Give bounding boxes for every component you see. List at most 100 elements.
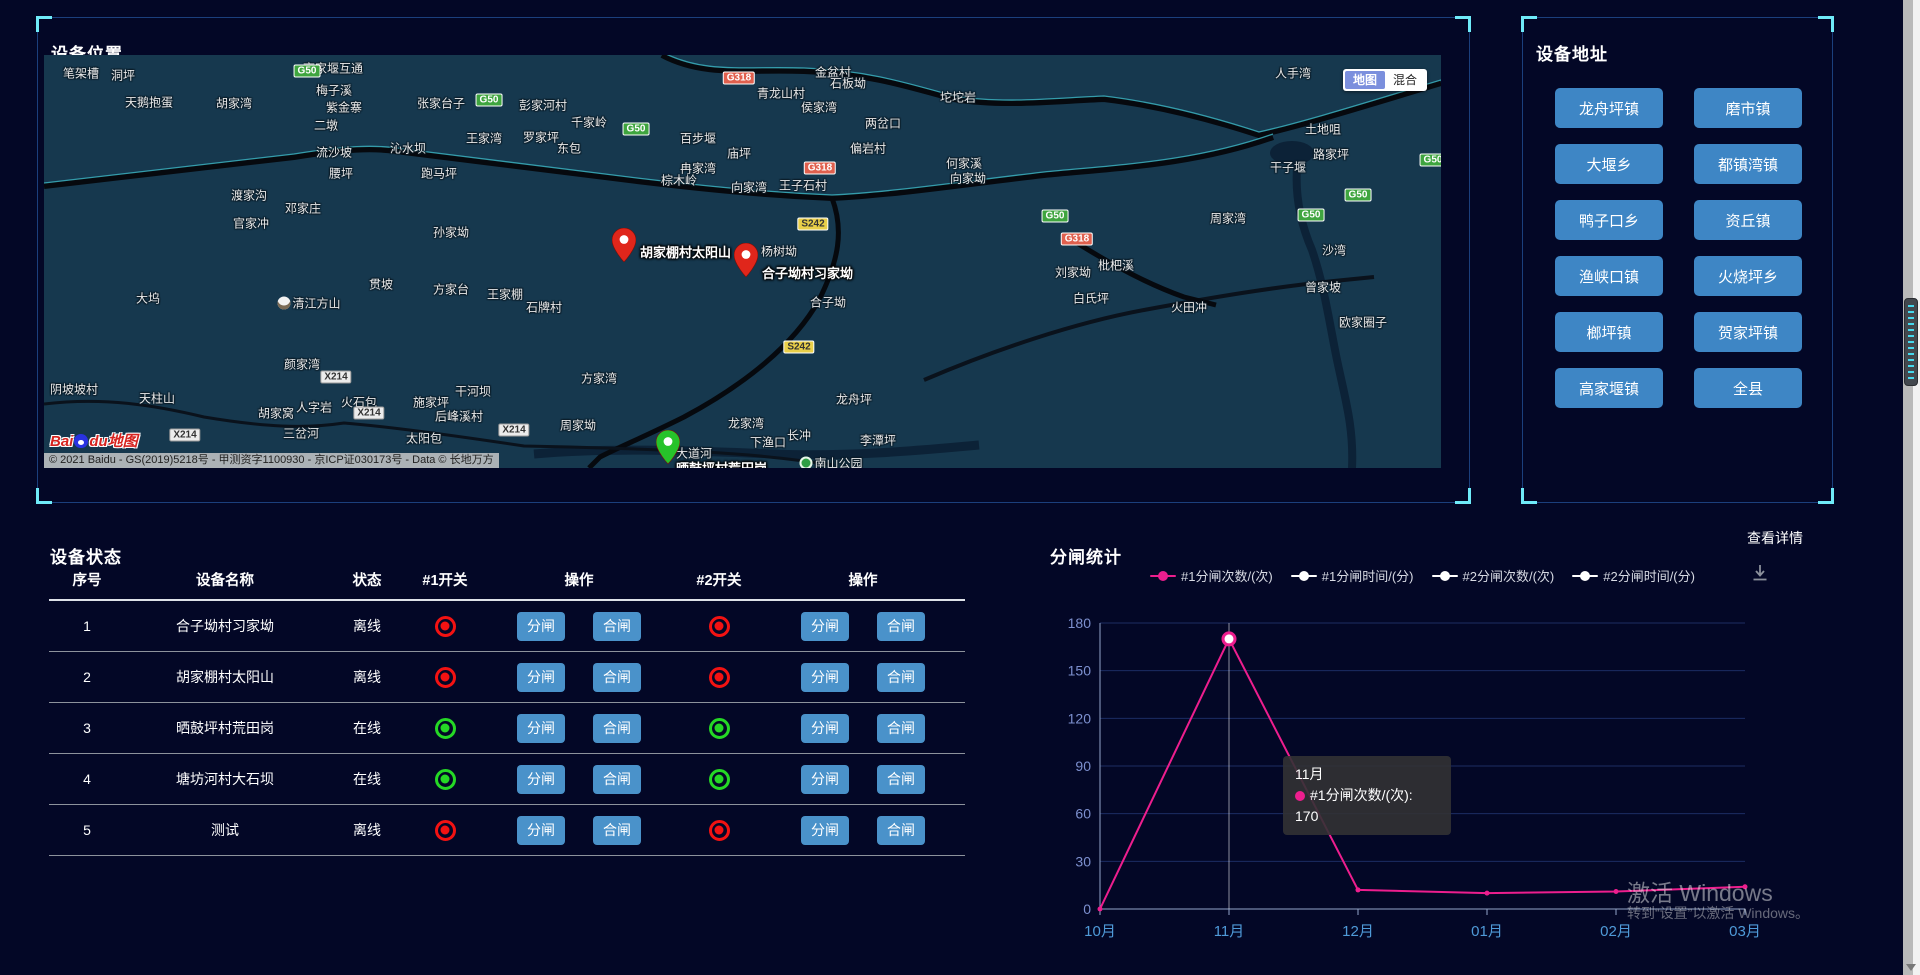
status-dot-green bbox=[435, 769, 456, 790]
column-header: #1开关 bbox=[409, 569, 481, 590]
column-header: 设备名称 bbox=[125, 569, 325, 590]
close-switch-button[interactable]: 合闸 bbox=[593, 765, 641, 794]
legend-label: #2分闸时间/(分) bbox=[1603, 566, 1695, 585]
switch1-status bbox=[409, 616, 481, 637]
map-place-label: 向家坳 bbox=[950, 170, 986, 187]
road-shield-s242: S242 bbox=[797, 218, 828, 231]
legend-item[interactable]: #2分闸时间/(分) bbox=[1572, 566, 1695, 585]
map-place-label: 向家湾 bbox=[731, 179, 767, 196]
address-button[interactable]: 鸭子口乡 bbox=[1555, 200, 1663, 240]
switch2-status bbox=[677, 718, 761, 739]
address-button[interactable]: 高家堰镇 bbox=[1555, 368, 1663, 408]
close-switch-button[interactable]: 合闸 bbox=[877, 765, 925, 794]
map-place-label: 龙家湾 bbox=[728, 415, 764, 432]
address-button[interactable]: 都镇湾镇 bbox=[1694, 144, 1802, 184]
address-button[interactable]: 大堰乡 bbox=[1555, 144, 1663, 184]
map-place-label: 坨坨岩 bbox=[940, 89, 976, 106]
map-place-label: 官家冲 bbox=[233, 215, 269, 232]
map-place-label: 龙舟坪 bbox=[836, 391, 872, 408]
column-header: 序号 bbox=[49, 569, 125, 590]
map-place-label: 胡家窝 bbox=[258, 405, 294, 422]
open-switch-button[interactable]: 分闸 bbox=[801, 765, 849, 794]
open-switch-button[interactable]: 分闸 bbox=[517, 765, 565, 794]
map-place-label: 阴坡坡村 bbox=[50, 381, 98, 398]
svg-text:90: 90 bbox=[1075, 758, 1091, 774]
open-switch-button[interactable]: 分闸 bbox=[801, 663, 849, 692]
map-marker-red[interactable]: 胡家棚村太阳山 bbox=[612, 228, 636, 262]
close-switch-button[interactable]: 合闸 bbox=[593, 714, 641, 743]
map-place-label: 东包 bbox=[557, 140, 581, 157]
address-button[interactable]: 渔峡口镇 bbox=[1555, 256, 1663, 296]
dashboard-page: 设备位置 笔架槽洞坪天鹅 bbox=[0, 0, 1920, 975]
table-row: 2胡家棚村太阳山离线分闸合闸分闸合闸 bbox=[49, 652, 965, 703]
map-place-label: 王子石村 bbox=[779, 177, 827, 194]
panel-title-device-address: 设备地址 bbox=[1536, 40, 1608, 65]
table-row: 4塘坊河村大石坝在线分闸合闸分闸合闸 bbox=[49, 754, 965, 805]
address-button[interactable]: 资丘镇 bbox=[1694, 200, 1802, 240]
map-marker-green[interactable]: 晒鼓坪村荒田岗 bbox=[656, 430, 680, 464]
svg-text:11月: 11月 bbox=[1214, 923, 1245, 940]
device-name: 合子坳村习家坳 bbox=[125, 616, 325, 636]
close-switch-button[interactable]: 合闸 bbox=[877, 714, 925, 743]
download-icon[interactable] bbox=[1750, 563, 1770, 583]
page-scrollbar[interactable] bbox=[1903, 0, 1920, 975]
legend-item[interactable]: #1分闸时间/(分) bbox=[1291, 566, 1414, 585]
map-marker-red[interactable]: 合子坳村习家坳 bbox=[734, 243, 758, 277]
switch1-status bbox=[409, 718, 481, 739]
open-switch-button[interactable]: 分闸 bbox=[517, 612, 565, 641]
open-switch-button[interactable]: 分闸 bbox=[517, 663, 565, 692]
scrollbar-down-arrow-icon[interactable] bbox=[1906, 964, 1916, 971]
row-index: 5 bbox=[49, 822, 125, 838]
map-toggle-map[interactable]: 地图 bbox=[1345, 71, 1385, 89]
close-switch-button[interactable]: 合闸 bbox=[877, 663, 925, 692]
device-name: 胡家棚村太阳山 bbox=[125, 667, 325, 687]
map-toggle-hybrid[interactable]: 混合 bbox=[1385, 71, 1425, 89]
open-switch-button[interactable]: 分闸 bbox=[517, 816, 565, 845]
table-row: 5测试离线分闸合闸分闸合闸 bbox=[49, 805, 965, 856]
map-place-label: 二墩 bbox=[314, 117, 338, 134]
operation-cell: 分闸合闸 bbox=[481, 714, 677, 743]
map-place-label: 王家棚 bbox=[487, 286, 523, 303]
close-switch-button[interactable]: 合闸 bbox=[877, 612, 925, 641]
open-switch-button[interactable]: 分闸 bbox=[801, 816, 849, 845]
open-switch-button[interactable]: 分闸 bbox=[517, 714, 565, 743]
map-place-label: 土地咀 bbox=[1305, 121, 1341, 138]
legend-marker-icon bbox=[1432, 571, 1458, 581]
table-header-row: 序号设备名称状态#1开关操作#2开关操作 bbox=[49, 560, 965, 601]
open-switch-button[interactable]: 分闸 bbox=[801, 612, 849, 641]
legend-label: #1分闸次数/(次) bbox=[1181, 566, 1273, 585]
address-button[interactable]: 龙舟坪镇 bbox=[1555, 88, 1663, 128]
legend-item[interactable]: #1分闸次数/(次) bbox=[1150, 566, 1273, 585]
close-switch-button[interactable]: 合闸 bbox=[877, 816, 925, 845]
row-index: 4 bbox=[49, 771, 125, 787]
row-index: 1 bbox=[49, 618, 125, 634]
address-button[interactable]: 全县 bbox=[1694, 368, 1802, 408]
status-dot-red bbox=[709, 616, 730, 637]
map-type-toggle[interactable]: 地图 混合 bbox=[1343, 69, 1427, 91]
view-details-link[interactable]: 查看详情 bbox=[1747, 528, 1803, 548]
scrollbar-thumb[interactable] bbox=[1904, 298, 1918, 386]
map-place-label: 邓家庄 bbox=[285, 200, 321, 217]
legend-label: #2分闸次数/(次) bbox=[1463, 566, 1555, 585]
open-switch-button[interactable]: 分闸 bbox=[801, 714, 849, 743]
status-dot-red bbox=[435, 667, 456, 688]
legend-item[interactable]: #2分闸次数/(次) bbox=[1432, 566, 1555, 585]
baidu-map[interactable]: 笔架槽洞坪天鹅抱蛋胡家湾高家堰互通梅子溪紫金寨二墩流沙坡沁水坝张家台子王家湾腰坪… bbox=[44, 55, 1441, 468]
device-state: 离线 bbox=[325, 616, 409, 636]
switch2-status bbox=[677, 820, 761, 841]
address-button[interactable]: 贺家坪镇 bbox=[1694, 312, 1802, 352]
address-button[interactable]: 磨市镇 bbox=[1694, 88, 1802, 128]
road-shield-x214: X214 bbox=[320, 371, 351, 384]
map-place-label: 后峰溪村 bbox=[435, 408, 483, 425]
map-place-label: 周家湾 bbox=[1210, 210, 1246, 227]
switch2-status bbox=[677, 667, 761, 688]
map-place-label: 沙湾 bbox=[1322, 242, 1346, 259]
close-switch-button[interactable]: 合闸 bbox=[593, 816, 641, 845]
close-switch-button[interactable]: 合闸 bbox=[593, 612, 641, 641]
map-place-label: 清江方山 bbox=[277, 295, 340, 312]
address-button[interactable]: 榔坪镇 bbox=[1555, 312, 1663, 352]
map-place-label: 张家台子 bbox=[417, 95, 465, 112]
close-switch-button[interactable]: 合闸 bbox=[593, 663, 641, 692]
address-button[interactable]: 火烧坪乡 bbox=[1694, 256, 1802, 296]
map-place-label: 百步堰 bbox=[680, 130, 716, 147]
